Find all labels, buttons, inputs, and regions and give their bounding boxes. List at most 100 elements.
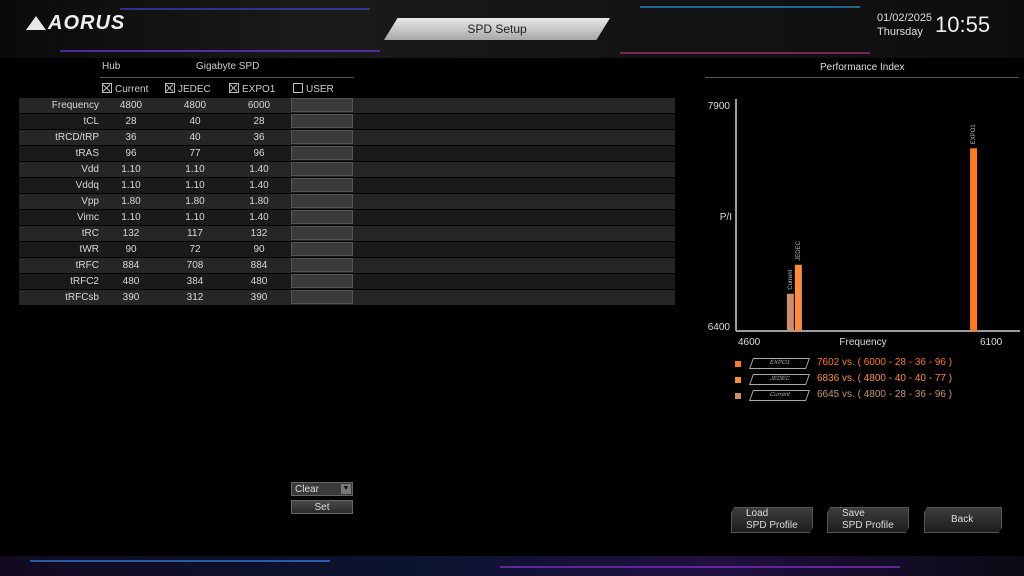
- value-current: 480: [122, 276, 140, 287]
- column-user[interactable]: USER: [293, 83, 334, 95]
- legend-swatch: [735, 393, 741, 399]
- y-axis-label: P/I: [720, 212, 732, 223]
- value-jedec: 40: [189, 116, 201, 127]
- table-row: tRFC 884 708 884: [19, 258, 675, 273]
- user-value-field[interactable]: [291, 194, 353, 208]
- value-current: 390: [122, 292, 140, 303]
- pi-value: 6836: [817, 373, 840, 384]
- decor-stripe: [640, 6, 860, 8]
- load-spd-profile-button[interactable]: Load SPD Profile: [731, 507, 813, 533]
- value-current: 28: [125, 116, 137, 127]
- row-label: tWR: [79, 244, 99, 255]
- user-value-field[interactable]: [291, 274, 353, 288]
- user-value-field[interactable]: [291, 114, 353, 128]
- header-divider: [100, 77, 354, 78]
- page-title: SPD Setup: [384, 18, 610, 40]
- user-value-field[interactable]: [291, 290, 353, 304]
- row-label: tRFC2: [70, 276, 99, 287]
- checkbox-user[interactable]: [293, 83, 303, 93]
- table-row: tCL 28 40 28: [19, 114, 675, 129]
- value-current: 1.80: [121, 196, 141, 207]
- save-label-line2: SPD Profile: [842, 520, 894, 531]
- back-button[interactable]: Back: [924, 507, 1002, 533]
- aorus-logo: AORUS: [26, 12, 125, 35]
- performance-chart: 7900 6400 P/I 4600 6100 Frequency EXPO1 J…: [708, 99, 1020, 348]
- row-label: tRAS: [75, 148, 99, 159]
- legend-tag: JEDEC: [748, 374, 811, 385]
- row-label: Vpp: [81, 196, 99, 207]
- value-expo1: 1.40: [249, 212, 269, 223]
- value-current: 36: [125, 132, 137, 143]
- date-display: 01/02/2025 Thursday: [877, 11, 932, 39]
- column-user-label: USER: [306, 84, 334, 95]
- table-row: tRCD/tRP 36 40 36: [19, 130, 675, 145]
- set-button[interactable]: Set: [291, 500, 353, 514]
- user-value-field[interactable]: [291, 162, 353, 176]
- value-current: 884: [122, 260, 140, 271]
- value-expo1: 28: [253, 116, 265, 127]
- date-text: 01/02/2025: [877, 12, 933, 24]
- user-value-field[interactable]: [291, 98, 353, 112]
- pi-value: 7602: [817, 357, 840, 368]
- column-current-label: Current: [115, 84, 149, 95]
- value-jedec: 1.10: [185, 212, 205, 223]
- value-expo1: 1.40: [249, 180, 269, 191]
- column-expo1[interactable]: EXPO1: [229, 83, 275, 95]
- row-label: tRFCsb: [65, 292, 99, 303]
- bar-jedec: [794, 264, 802, 331]
- checkbox-jedec[interactable]: [165, 83, 175, 93]
- table-row: Vddq 1.10 1.10 1.40: [19, 178, 675, 193]
- bar-expo1: [970, 148, 978, 331]
- row-label: tRC: [81, 228, 99, 239]
- value-current: 4800: [119, 100, 143, 111]
- value-jedec: 1.80: [185, 196, 205, 207]
- legend-tag: EXPO1: [748, 358, 811, 369]
- clear-dropdown[interactable]: Clear ▼: [291, 482, 353, 496]
- x-axis-label: Frequency: [839, 337, 886, 348]
- pi-value: 6645: [817, 389, 840, 400]
- table-row: Vpp 1.80 1.80 1.80: [19, 194, 675, 209]
- user-value-field[interactable]: [291, 242, 353, 256]
- value-current: 1.10: [121, 164, 141, 175]
- value-expo1: 1.80: [249, 196, 269, 207]
- user-value-field[interactable]: [291, 146, 353, 160]
- pi-desc: vs. ( 4800 - 40 - 40 - 77 ): [842, 373, 953, 384]
- checkbox-current[interactable]: [102, 83, 112, 93]
- decor-stripe: [500, 566, 900, 568]
- decor-stripe: [30, 560, 330, 562]
- weekday-text: Thursday: [877, 26, 923, 38]
- user-value-field[interactable]: [291, 258, 353, 272]
- legend-tag: Current: [748, 390, 811, 401]
- column-jedec[interactable]: JEDEC: [165, 83, 211, 95]
- chart-divider: [705, 77, 1019, 78]
- legend-value: 6645 vs. ( 4800 - 28 - 36 - 96 ): [817, 389, 952, 400]
- value-jedec: 40: [189, 132, 201, 143]
- row-label: Frequency: [51, 100, 99, 111]
- value-expo1: 132: [250, 228, 268, 239]
- group-header-spd: Gigabyte SPD: [196, 61, 260, 72]
- value-expo1: 6000: [247, 100, 271, 111]
- value-jedec: 77: [189, 148, 201, 159]
- user-value-field[interactable]: [291, 130, 353, 144]
- user-value-field[interactable]: [291, 226, 353, 240]
- checkbox-expo1[interactable]: [229, 83, 239, 93]
- clock: 10:55: [935, 12, 991, 37]
- value-expo1: 36: [253, 132, 265, 143]
- user-value-field[interactable]: [291, 178, 353, 192]
- save-spd-profile-button[interactable]: Save SPD Profile: [827, 507, 909, 533]
- x-tick-label-max: 6100: [980, 337, 1003, 348]
- logo-text: AORUS: [48, 12, 126, 34]
- column-current[interactable]: Current: [102, 83, 148, 95]
- value-expo1: 1.40: [249, 164, 269, 175]
- decor-stripe: [60, 50, 380, 52]
- column-expo1-label: EXPO1: [242, 84, 276, 95]
- bar-current: [786, 293, 794, 331]
- pi-desc: vs. ( 6000 - 28 - 36 - 96 ): [842, 357, 953, 368]
- table-row: tRAS 96 77 96: [19, 146, 675, 161]
- value-jedec: 72: [189, 244, 201, 255]
- value-expo1: 480: [250, 276, 268, 287]
- value-current: 1.10: [121, 180, 141, 191]
- value-current: 90: [125, 244, 137, 255]
- user-value-field[interactable]: [291, 210, 353, 224]
- load-label-line1: Load: [746, 508, 769, 519]
